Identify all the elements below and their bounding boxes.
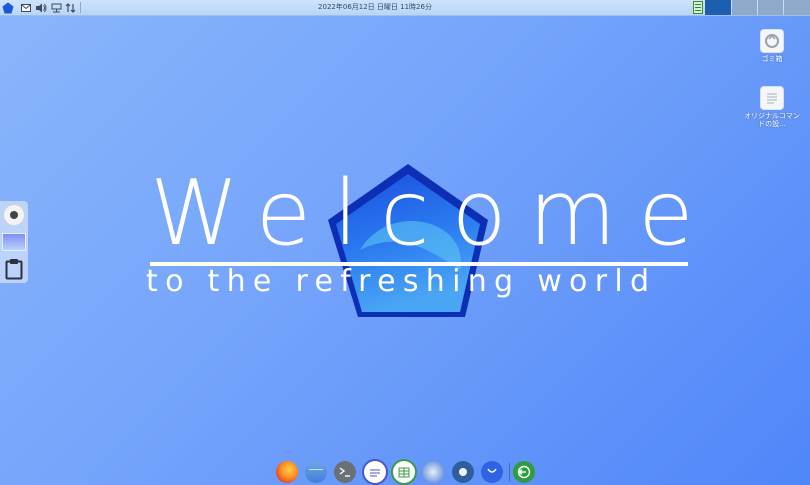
text-editor-icon[interactable] (364, 461, 386, 483)
terminal-icon[interactable] (334, 461, 356, 483)
settings-toggle-icon[interactable] (452, 461, 474, 483)
document-icon (761, 87, 783, 109)
original-command-label: オリジナルコマンドの設... (744, 112, 800, 128)
screenshot-icon[interactable] (2, 233, 26, 251)
workspace-1[interactable] (705, 0, 731, 15)
desktop-icon-trash[interactable]: ゴミ箱 (741, 30, 803, 63)
desktop-icon-original-command[interactable]: オリジナルコマンドの設... (741, 87, 803, 128)
bottom-dock (270, 457, 542, 485)
logout-icon[interactable] (513, 461, 535, 483)
webcam-icon[interactable] (4, 205, 24, 225)
clipboard-icon[interactable] (5, 258, 23, 280)
spreadsheet-icon[interactable] (393, 461, 415, 483)
software-store-icon[interactable] (481, 461, 503, 483)
panel-separator (80, 2, 81, 13)
clock[interactable]: 2022年06月12日 日曜日 11時26分 (250, 2, 500, 12)
monitor-icon[interactable] (693, 1, 703, 14)
trash-label: ゴミ箱 (761, 55, 783, 63)
file-manager-icon[interactable] (305, 461, 327, 483)
transfer-icon[interactable] (64, 1, 77, 14)
volume-icon[interactable] (35, 1, 48, 14)
trash-icon (761, 30, 783, 52)
network-icon[interactable] (50, 1, 63, 14)
firefox-icon[interactable] (276, 461, 298, 483)
welcome-subtitle: to the refreshing world (146, 264, 657, 299)
workspace-4[interactable] (784, 0, 810, 15)
dock-separator (509, 463, 510, 481)
system-tools-icon[interactable] (422, 461, 444, 483)
workspace-3[interactable] (758, 0, 783, 15)
pentagon-menu-icon[interactable] (1, 1, 14, 14)
welcome-title: Welcome (150, 161, 716, 266)
side-dock (0, 201, 28, 283)
top-panel: 2022年06月12日 日曜日 11時26分 (0, 0, 810, 16)
workspace-2[interactable] (732, 0, 757, 15)
mail-icon[interactable] (19, 1, 32, 14)
desktop[interactable]: 2022年06月12日 日曜日 11時26分 ゴミ箱 オリジナルコマンドの設..… (0, 0, 810, 485)
